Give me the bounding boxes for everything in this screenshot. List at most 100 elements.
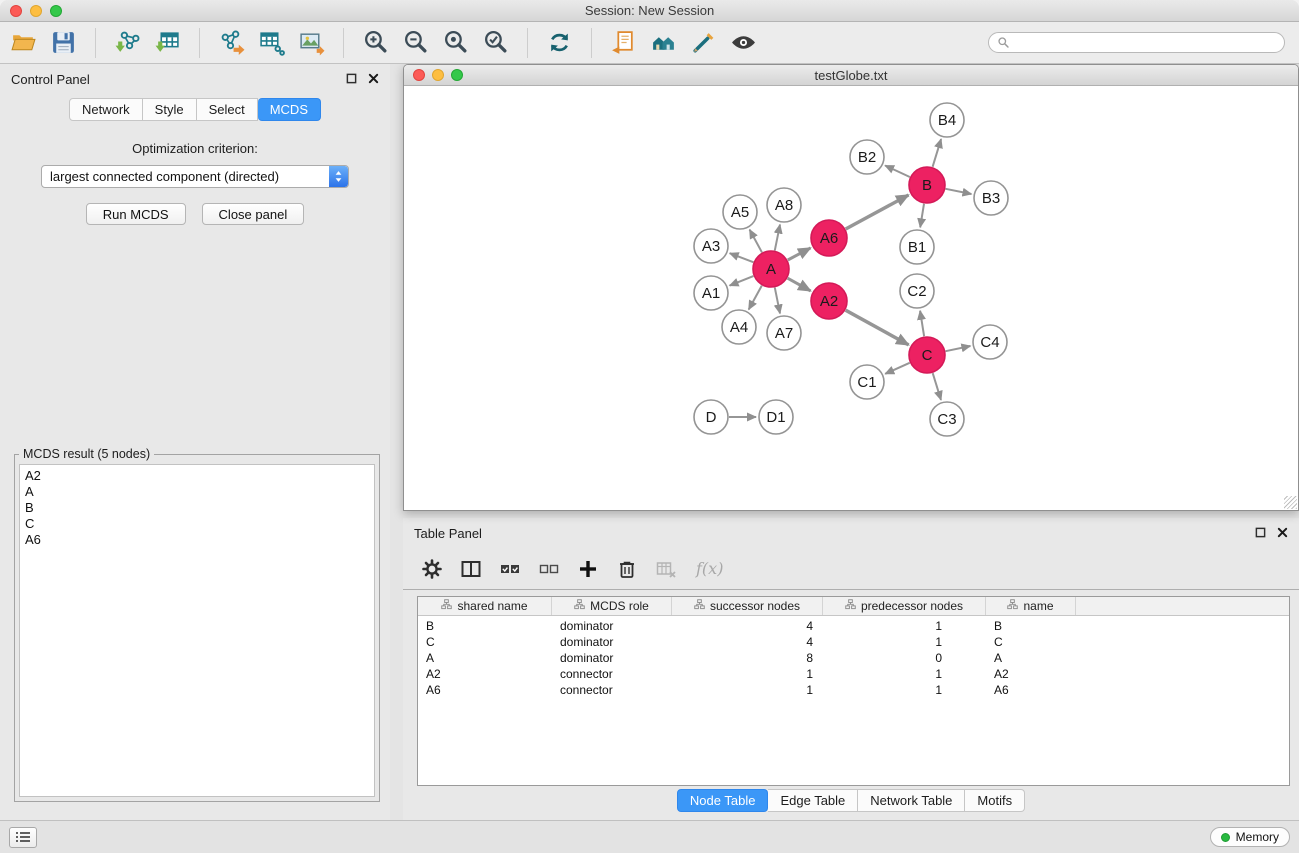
graph-edge-B-B2[interactable] — [885, 166, 910, 178]
settings-icon[interactable] — [421, 558, 443, 580]
graph-node-C[interactable]: C — [909, 337, 945, 373]
graph-node-D[interactable]: D — [694, 400, 728, 434]
network-canvas[interactable]: B4B2BB3A5A8A6B1A3AC2A1A2A4A7C4CC1C3DD1 — [404, 86, 1298, 510]
tab-network[interactable]: Network — [69, 98, 143, 121]
graph-edge-C-C2[interactable] — [920, 311, 924, 336]
table-row[interactable]: Cdominator41C — [418, 634, 1289, 650]
graph-node-D1[interactable]: D1 — [759, 400, 793, 434]
float-panel-icon[interactable] — [1255, 526, 1266, 541]
graph-node-A5[interactable]: A5 — [723, 195, 757, 229]
export-document-icon[interactable] — [610, 29, 637, 56]
mcds-result-item[interactable]: C — [20, 516, 374, 532]
graph-node-C3[interactable]: C3 — [930, 402, 964, 436]
zoom-fit-icon[interactable] — [442, 29, 469, 56]
close-panel-icon[interactable] — [1277, 526, 1288, 541]
graph-edge-A-A7[interactable] — [775, 288, 780, 314]
graph-node-A4[interactable]: A4 — [722, 310, 756, 344]
optimization-criterion-dropdown[interactable]: largest connected component (directed) — [41, 165, 349, 188]
annotations-icon[interactable] — [690, 29, 717, 56]
mcds-result-list[interactable]: A2ABCA6 — [19, 464, 375, 797]
network-minimize-button[interactable] — [432, 69, 444, 81]
tab-node-table[interactable]: Node Table — [677, 789, 769, 812]
graph-edge-C-C1[interactable] — [885, 363, 910, 374]
table-row[interactable]: Bdominator41B — [418, 618, 1289, 634]
mcds-result-item[interactable]: A6 — [20, 532, 374, 548]
mcds-result-item[interactable]: A — [20, 484, 374, 500]
open-file-icon[interactable] — [10, 29, 37, 56]
tab-mcds[interactable]: MCDS — [258, 98, 321, 121]
tab-network-table[interactable]: Network Table — [858, 789, 965, 812]
float-panel-icon[interactable] — [346, 72, 357, 87]
close-panel-button[interactable]: Close panel — [202, 203, 305, 225]
close-panel-icon[interactable] — [368, 72, 379, 87]
graph-edge-A6-B[interactable] — [846, 195, 909, 229]
graph-node-B4[interactable]: B4 — [930, 103, 964, 137]
save-session-icon[interactable] — [50, 29, 77, 56]
graph-edge-A-A4[interactable] — [749, 286, 762, 310]
task-history-button[interactable] — [9, 827, 37, 848]
select-all-icon[interactable] — [499, 558, 521, 580]
refresh-network-icon[interactable] — [546, 29, 573, 56]
zoom-out-icon[interactable] — [402, 29, 429, 56]
run-mcds-button[interactable]: Run MCDS — [86, 203, 186, 225]
delete-icon[interactable] — [616, 558, 638, 580]
graph-node-A6[interactable]: A6 — [811, 220, 847, 256]
import-table-icon[interactable] — [154, 29, 181, 56]
tab-select[interactable]: Select — [197, 98, 258, 121]
graph-edge-A-A5[interactable] — [750, 230, 762, 253]
new-network-table-icon[interactable] — [258, 29, 285, 56]
function-builder-icon[interactable]: f(x) — [694, 558, 732, 580]
graph-node-C1[interactable]: C1 — [850, 365, 884, 399]
zoom-selected-icon[interactable] — [482, 29, 509, 56]
graph-node-B[interactable]: B — [909, 167, 945, 203]
table-row[interactable]: Adominator80A — [418, 650, 1289, 666]
graph-edge-A-A3[interactable] — [730, 253, 754, 262]
table-row[interactable]: A6connector11A6 — [418, 682, 1289, 698]
graph-node-A2[interactable]: A2 — [811, 283, 847, 319]
export-network-icon[interactable] — [218, 29, 245, 56]
graph-edge-A2-C[interactable] — [846, 310, 909, 345]
tab-edge-table[interactable]: Edge Table — [768, 789, 858, 812]
zoom-in-icon[interactable] — [362, 29, 389, 56]
column-header[interactable]: MCDS role — [552, 597, 672, 615]
tab-motifs[interactable]: Motifs — [965, 789, 1025, 812]
mcds-result-item[interactable]: A2 — [20, 468, 374, 484]
graph-node-B2[interactable]: B2 — [850, 140, 884, 174]
app-titlebar[interactable]: Session: New Session — [0, 0, 1299, 22]
show-hide-icon[interactable] — [730, 29, 757, 56]
graph-edge-A-A1[interactable] — [730, 276, 754, 286]
home-icon[interactable] — [650, 29, 677, 56]
graph-edge-C-C4[interactable] — [946, 346, 971, 351]
graph-edge-B-B1[interactable] — [920, 204, 924, 228]
graph-edge-B-B3[interactable] — [946, 189, 972, 194]
tab-style[interactable]: Style — [143, 98, 197, 121]
column-header[interactable]: shared name — [418, 597, 552, 615]
table-row[interactable]: A2connector11A2 — [418, 666, 1289, 682]
network-close-button[interactable] — [413, 69, 425, 81]
network-window-titlebar[interactable]: testGlobe.txt — [404, 65, 1298, 86]
import-network-icon[interactable] — [114, 29, 141, 56]
graph-node-A[interactable]: A — [753, 251, 789, 287]
network-zoom-button[interactable] — [451, 69, 463, 81]
add-icon[interactable] — [577, 558, 599, 580]
graph-edge-A-A8[interactable] — [775, 225, 780, 251]
graph-node-C4[interactable]: C4 — [973, 325, 1007, 359]
network-graph[interactable]: B4B2BB3A5A8A6B1A3AC2A1A2A4A7C4CC1C3DD1 — [404, 86, 1298, 510]
resize-grip[interactable] — [1284, 496, 1297, 509]
search-box[interactable] — [988, 32, 1285, 53]
split-columns-icon[interactable] — [460, 558, 482, 580]
graph-node-B1[interactable]: B1 — [900, 230, 934, 264]
graph-node-A3[interactable]: A3 — [694, 229, 728, 263]
clear-selection-icon[interactable] — [538, 558, 560, 580]
graph-edge-B-B4[interactable] — [933, 139, 942, 167]
graph-edge-A-A6[interactable] — [788, 248, 811, 260]
search-input[interactable] — [1015, 36, 1276, 50]
delete-table-icon[interactable] — [655, 558, 677, 580]
graph-edge-C-C3[interactable] — [933, 373, 941, 400]
column-header[interactable]: predecessor nodes — [823, 597, 986, 615]
export-image-icon[interactable] — [298, 29, 325, 56]
memory-button[interactable]: Memory — [1210, 827, 1290, 847]
graph-node-B3[interactable]: B3 — [974, 181, 1008, 215]
graph-edge-A-A2[interactable] — [788, 278, 811, 291]
graph-node-C2[interactable]: C2 — [900, 274, 934, 308]
